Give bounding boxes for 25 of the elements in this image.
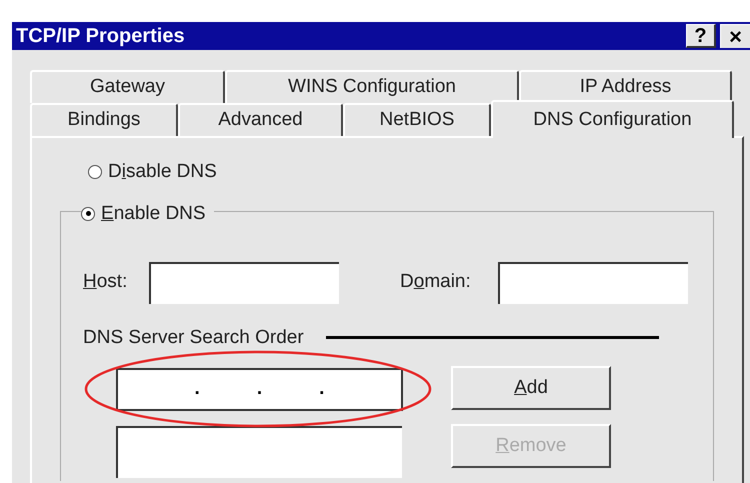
section-heading: DNS Server Search Order (83, 326, 304, 350)
close-button[interactable]: × (720, 24, 750, 48)
window-title: TCP/IP Properties (16, 24, 186, 49)
tab[interactable]: WINS Configuration (225, 70, 519, 103)
host-label: Host: (83, 270, 128, 294)
radio-button[interactable] (81, 206, 95, 221)
ip-address-field[interactable]: . . . (116, 368, 403, 411)
server-list[interactable] (116, 426, 402, 478)
domain-field[interactable] (498, 262, 688, 304)
radio-label: Enable DNS (101, 202, 206, 226)
domain-label: Domain: (400, 270, 472, 294)
tab[interactable]: Advanced (178, 103, 343, 136)
add-button[interactable]: Add (451, 366, 611, 410)
tab[interactable]: DNS Configuration (491, 100, 734, 138)
tab[interactable]: IP Address (519, 70, 732, 103)
tab[interactable]: NetBIOS (343, 103, 491, 136)
tab[interactable]: Gateway (30, 70, 225, 103)
ip-separator: . (319, 377, 324, 402)
ip-separator: . (194, 377, 200, 402)
radio-button[interactable] (88, 165, 102, 180)
radio-label: Disable DNS (108, 160, 217, 184)
tab[interactable]: Bindings (30, 103, 178, 136)
host-field[interactable] (149, 262, 339, 304)
ip-separator: . (256, 377, 262, 402)
help-button[interactable]: ? (686, 24, 716, 48)
